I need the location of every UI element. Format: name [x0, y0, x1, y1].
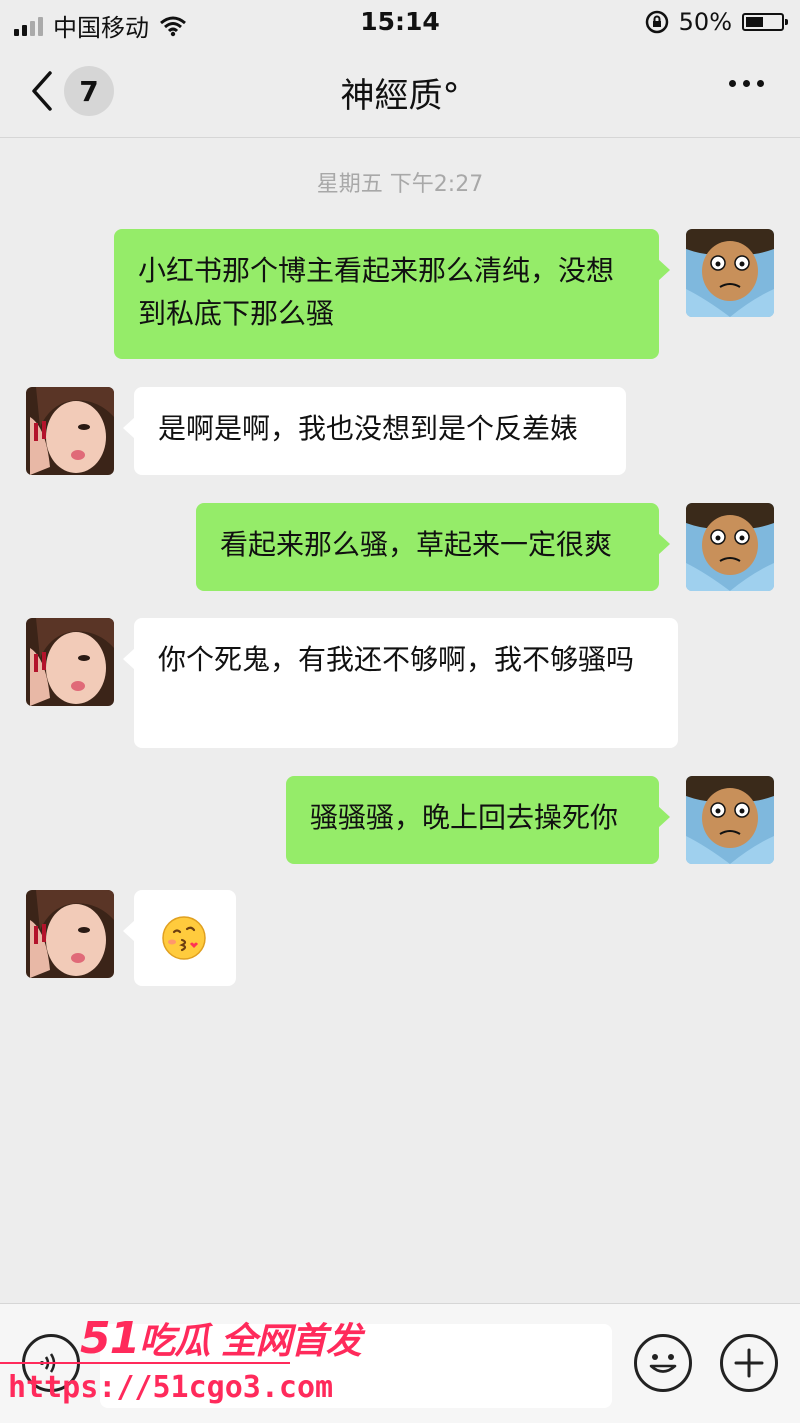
- contact-avatar[interactable]: [26, 618, 114, 706]
- cartoon-avatar-image: [686, 776, 774, 864]
- kissing-face-emoji: [162, 916, 206, 960]
- cartoon-avatar-image: [686, 229, 774, 317]
- girl-photo-avatar: [26, 618, 114, 706]
- more-functions-button[interactable]: [720, 1334, 778, 1392]
- contact-avatar[interactable]: [26, 387, 114, 475]
- status-right: 50%: [645, 8, 788, 36]
- contact-avatar[interactable]: [26, 890, 114, 978]
- battery-icon: [742, 13, 788, 31]
- message-text: 你个死鬼，有我还不够啊，我不够骚吗: [158, 643, 635, 676]
- chat-title: 神經质°: [340, 76, 460, 116]
- smiley-icon: [649, 1354, 677, 1373]
- emoji-button[interactable]: [634, 1334, 692, 1392]
- message-timestamp: 星期五 下午2:27: [316, 172, 484, 197]
- nav-bar: 7 神經质°: [0, 46, 800, 138]
- message-bubble-sent[interactable]: 小红书那个博主看起来那么清纯，没想到私底下那么骚: [114, 229, 670, 359]
- message-bubble-received[interactable]: 你个死鬼，有我还不够啊，我不够骚吗: [123, 618, 678, 748]
- message-bubble-received[interactable]: 是啊是啊，我也没想到是个反差婊: [123, 387, 626, 475]
- watermark-url: https://51cgo3.com: [8, 1370, 334, 1405]
- message-bubble-sent[interactable]: 看起来那么骚，草起来一定很爽: [196, 503, 670, 591]
- battery-percent: 50%: [678, 8, 732, 36]
- girl-photo-avatar: [26, 387, 114, 475]
- message-text: 骚骚骚，晚上回去操死你: [310, 801, 619, 834]
- message-bubble-sent[interactable]: 骚骚骚，晚上回去操死你: [286, 776, 670, 864]
- watermark-divider: [0, 1362, 290, 1364]
- my-avatar[interactable]: [686, 229, 774, 317]
- watermark-number: 51: [80, 1313, 140, 1364]
- message-text: 小红书那个博主看起来那么清纯，没想到私底下那么骚: [138, 254, 615, 330]
- cartoon-avatar-image: [686, 503, 774, 591]
- message-text: 看起来那么骚，草起来一定很爽: [220, 528, 613, 561]
- girl-photo-avatar: [26, 890, 114, 978]
- my-avatar[interactable]: [686, 776, 774, 864]
- message-bubble-received[interactable]: [123, 890, 236, 986]
- status-bar: 中国移动 15:14 50%: [0, 0, 800, 46]
- rotation-lock-icon: [645, 10, 668, 34]
- message-text: 是啊是啊，我也没想到是个反差婊: [158, 412, 579, 445]
- more-options-button[interactable]: [729, 80, 764, 87]
- watermark-text: 吃瓜 全网首发: [139, 1321, 362, 1362]
- my-avatar[interactable]: [686, 503, 774, 591]
- plus-icon: [734, 1348, 764, 1378]
- watermark-brand: 51吃瓜 全网首发: [80, 1312, 362, 1364]
